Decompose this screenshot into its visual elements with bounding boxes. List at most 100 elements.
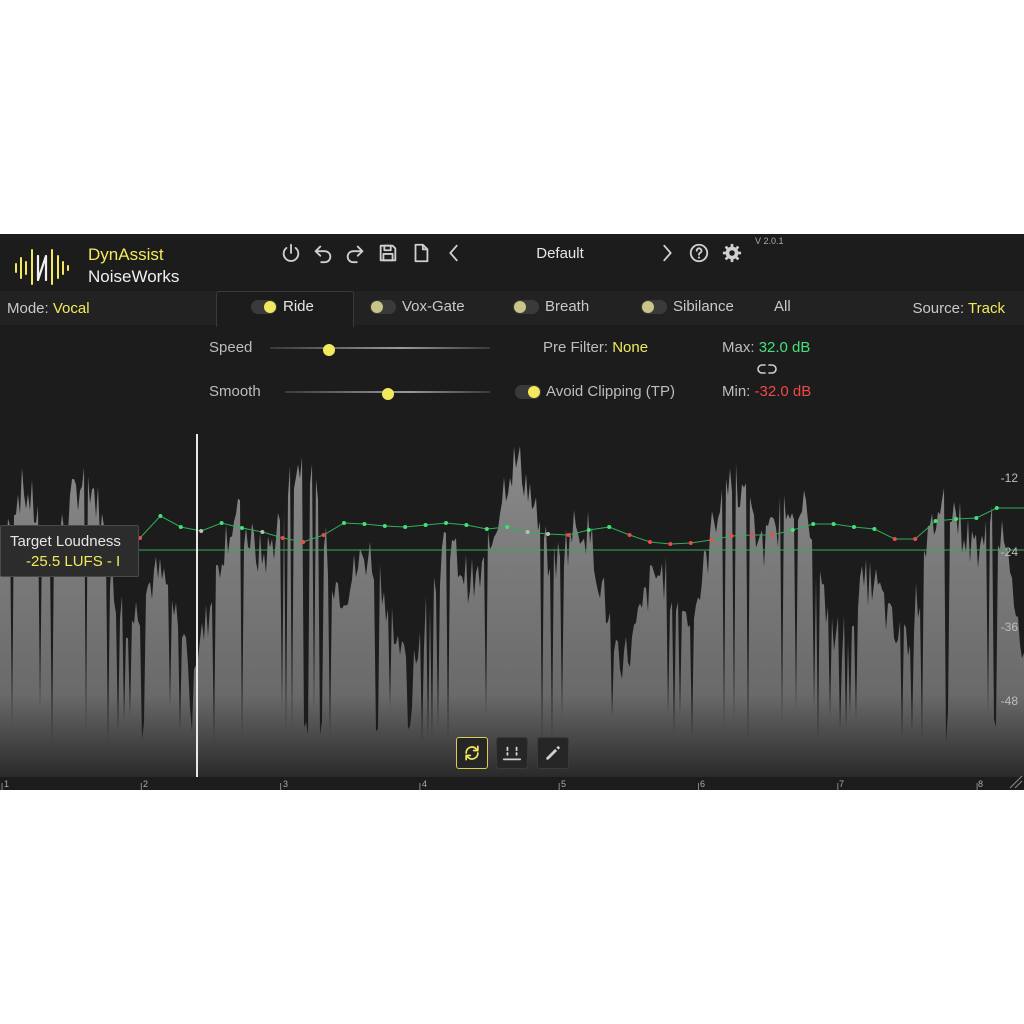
pre-filter-label: Pre Filter: [543,339,609,356]
smooth-slider[interactable] [285,388,490,400]
tab-all[interactable]: All [774,298,791,315]
gain-point[interactable] [362,522,367,526]
max-control[interactable]: Max: 32.0 dB [722,339,810,356]
gain-point[interactable] [913,537,918,541]
max-value[interactable]: 32.0 dB [759,339,811,356]
gain-point[interactable] [648,540,652,544]
gain-point[interactable] [627,533,632,537]
min-value[interactable]: -32.0 dB [755,383,812,400]
gear-icon[interactable] [719,240,745,266]
speed-slider-knob[interactable] [323,344,336,356]
link-icon[interactable] [757,363,777,375]
gain-point[interactable] [954,517,958,521]
gain-point[interactable] [219,521,224,525]
max-label: Max: [722,339,755,356]
avoid-clipping-toggle[interactable] [515,384,541,399]
loop-button[interactable] [456,737,488,769]
ruler-number: 5 [561,779,567,789]
gain-point[interactable] [974,516,979,520]
tab-ride[interactable]: Ride [251,298,314,315]
gain-point[interactable] [872,527,877,531]
range-icon [502,746,522,761]
gain-point[interactable] [668,542,673,546]
gain-point[interactable] [484,527,489,531]
min-control[interactable]: Min: -32.0 dB [722,383,811,400]
gain-point[interactable] [566,533,571,537]
source-label: Source: [912,300,965,317]
help-icon[interactable] [686,240,712,266]
gain-point[interactable] [525,530,530,534]
ruler-number: 2 [143,779,149,789]
gain-point[interactable] [994,506,999,510]
gain-point[interactable] [892,537,897,541]
gain-point[interactable] [382,524,387,528]
smooth-slider-knob[interactable] [381,388,394,400]
range-button[interactable] [496,737,528,769]
gain-point[interactable] [750,533,754,537]
speed-slider[interactable] [270,344,490,356]
audio-waveform [0,446,1024,777]
gain-point[interactable] [933,519,938,523]
power-icon[interactable] [278,240,304,266]
chevron-left-icon[interactable] [441,240,467,266]
undo-icon[interactable] [310,240,336,266]
tab-vox-gate[interactable]: Vox-Gate [370,298,465,315]
gain-point[interactable] [546,532,550,536]
pencil-icon [546,746,560,760]
gain-point[interactable] [178,525,183,529]
tab-sibilance[interactable]: Sibilance [641,298,734,315]
pencil-button[interactable] [537,737,569,769]
tab-ride-label: Ride [283,298,314,315]
pre-filter-value: None [612,339,649,356]
ride-toggle[interactable] [251,299,277,314]
version-label: V 2.0.1 [755,236,784,246]
gain-point[interactable] [240,526,244,530]
tab-breath[interactable]: Breath [513,298,589,315]
gain-point[interactable] [199,529,204,533]
gain-point[interactable] [790,528,795,532]
tab-all-label: All [774,298,791,315]
gain-point[interactable] [403,525,408,529]
gain-point[interactable] [729,534,734,538]
gain-point[interactable] [301,540,306,544]
preset-name[interactable]: Default [500,245,620,262]
gain-point[interactable] [607,525,612,529]
gain-point[interactable] [831,522,836,526]
avoid-clipping-control[interactable]: Avoid Clipping (TP) [515,383,675,400]
gain-point[interactable] [586,528,591,532]
chevron-right-icon[interactable] [654,240,680,266]
speed-label: Speed [209,339,253,356]
breath-toggle[interactable] [513,299,539,314]
target-loudness-value[interactable]: -25.5 LUFS - I [26,553,120,570]
gain-point[interactable] [505,525,510,529]
gain-point[interactable] [158,514,163,518]
tab-breath-label: Breath [545,298,590,315]
source-selector[interactable]: Source: Track [912,300,1005,317]
db-scale-label: -24 [1000,545,1018,559]
gain-point[interactable] [321,533,326,537]
redo-icon[interactable] [342,240,368,266]
gain-point[interactable] [444,521,448,525]
brand-company: NoiseWorks [88,267,180,286]
vox-gate-toggle[interactable] [370,299,396,314]
gain-point[interactable] [423,523,428,527]
save-icon[interactable] [375,240,401,266]
pre-filter-selector[interactable]: Pre Filter: None [543,339,648,356]
gain-point[interactable] [852,525,856,529]
gain-point[interactable] [342,521,346,525]
mode-selector[interactable]: Mode: Vocal [7,300,90,317]
gain-point[interactable] [709,538,714,542]
new-file-icon[interactable] [408,240,434,266]
target-loudness-label: Target Loudness [10,533,121,550]
sibilance-toggle[interactable] [641,299,667,314]
db-scale-label: -12 [1000,471,1018,485]
tab-vox-gate-label: Vox-Gate [402,298,465,315]
gain-point[interactable] [260,530,265,534]
gain-point[interactable] [811,522,816,526]
timeline-ruler[interactable] [0,777,1024,790]
gain-point[interactable] [464,523,469,527]
gain-point[interactable] [688,541,693,545]
gain-point[interactable] [280,536,285,540]
gain-automation-points[interactable] [138,506,999,546]
gain-point[interactable] [770,533,775,537]
